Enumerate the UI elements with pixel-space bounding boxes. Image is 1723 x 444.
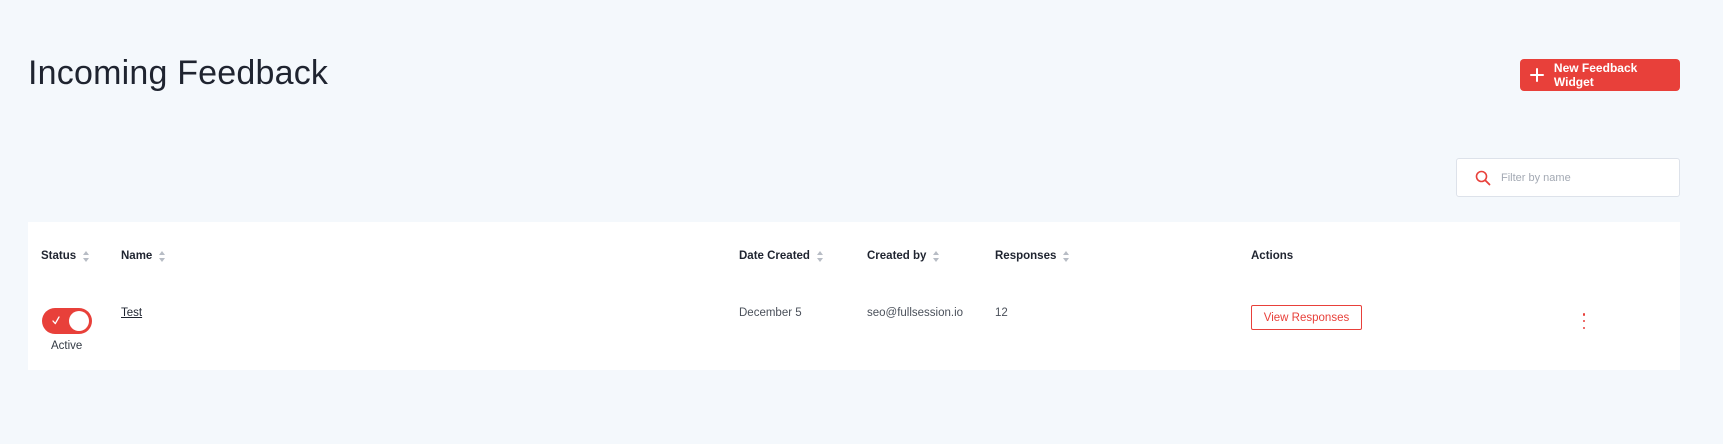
column-header-actions-label: Actions: [1251, 250, 1294, 262]
new-feedback-widget-button[interactable]: New Feedback Widget: [1520, 59, 1680, 91]
sort-icon: [816, 250, 824, 262]
column-header-actions: Actions: [1251, 250, 1293, 262]
new-feedback-widget-label: New Feedback Widget: [1553, 61, 1638, 89]
kebab-dot: [1582, 319, 1586, 323]
sort-icon: [933, 250, 940, 262]
search-icon: [1475, 170, 1491, 185]
toggle-knob: [69, 311, 89, 331]
column-header-name-label: Name: [121, 250, 153, 262]
column-header-date-created[interactable]: Date Created: [739, 250, 824, 262]
sort-icon: [83, 250, 90, 262]
sort-icon: [159, 250, 166, 262]
column-header-responses-label: Responses: [995, 250, 1057, 262]
date-created-cell: December 5: [739, 307, 802, 319]
status-label: Active: [51, 340, 83, 352]
feedback-table: Status Name Date Created Created by Resp…: [28, 222, 1680, 370]
column-header-date-created-label: Date Created: [739, 250, 810, 262]
search-input[interactable]: [1501, 171, 1671, 184]
sort-icon: [1063, 250, 1070, 262]
responses-cell: 12: [995, 307, 1008, 319]
search-box[interactable]: [1456, 158, 1680, 197]
column-header-responses[interactable]: Responses: [995, 250, 1070, 262]
column-header-created-by[interactable]: Created by: [867, 250, 940, 262]
column-header-status-label: Status: [41, 250, 77, 262]
created-by-cell: seo@fullsession.io: [867, 307, 964, 319]
widget-name-link[interactable]: Test: [121, 307, 142, 319]
kebab-dot: [1582, 326, 1586, 329]
check-icon: [52, 316, 60, 325]
kebab-menu-icon[interactable]: [1580, 313, 1588, 329]
page-title: Incoming Feedback: [28, 54, 329, 92]
column-header-created-by-label: Created by: [867, 250, 927, 262]
plus-icon: [1528, 66, 1546, 84]
column-header-name[interactable]: Name: [121, 250, 166, 262]
view-responses-button[interactable]: View Responses: [1251, 305, 1362, 330]
feedback-page: Incoming Feedback New Feedback Widget St…: [0, 0, 1723, 444]
status-toggle[interactable]: [42, 308, 92, 334]
kebab-dot: [1582, 313, 1586, 316]
column-header-status[interactable]: Status: [41, 250, 90, 262]
name-cell: Test: [121, 307, 142, 319]
